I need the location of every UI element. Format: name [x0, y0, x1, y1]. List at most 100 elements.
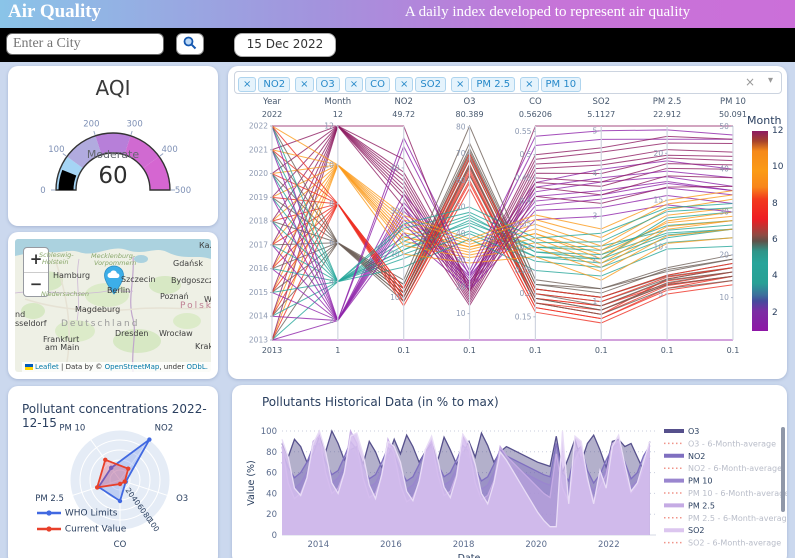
svg-text:40: 40 [719, 165, 729, 174]
hist-legend-item[interactable]: PM 10 [664, 477, 712, 486]
parallel-coordinates-chart[interactable]: Year202220132013201420152016201720182019… [228, 94, 784, 376]
radar-legend-item[interactable]: WHO Limits [36, 508, 118, 519]
select-clear-icon[interactable]: × [745, 75, 755, 89]
legend-line-icon [36, 508, 62, 518]
svg-text:0.4: 0.4 [519, 197, 531, 206]
chip-remove-icon[interactable]: × [451, 77, 469, 92]
svg-text:0.1: 0.1 [727, 346, 740, 355]
chip-remove-icon[interactable]: × [395, 77, 413, 92]
chip-label: PM 2.5 [471, 77, 515, 92]
svg-text:0.25: 0.25 [515, 266, 532, 275]
hist-legend-item[interactable]: PM 2.5 [664, 501, 715, 510]
svg-text:30: 30 [390, 207, 400, 216]
leaflet-map[interactable]: + − КалининSchleswig-HolsteinMecklenburg… [15, 239, 211, 372]
svg-text:12: 12 [333, 110, 343, 119]
svg-text:2018: 2018 [249, 217, 268, 226]
svg-text:300: 300 [127, 119, 143, 129]
historical-area-chart[interactable]: 02040608010020142016201820202022DateValu… [232, 385, 787, 558]
svg-text:2020: 2020 [249, 169, 268, 178]
svg-text:PM 10 - 6-Month-average: PM 10 - 6-Month-average [688, 489, 787, 498]
hist-legend-item[interactable]: SO2 [664, 526, 704, 535]
hist-legend-item[interactable]: O3 - 6-Month-average [664, 439, 776, 448]
svg-text:100: 100 [146, 517, 162, 534]
hist-legend-item[interactable]: NO2 [664, 452, 705, 461]
svg-text:200: 200 [83, 119, 99, 129]
svg-text:80: 80 [266, 448, 277, 458]
svg-text:PM 2.5: PM 2.5 [653, 97, 682, 107]
svg-text:80: 80 [456, 123, 466, 132]
svg-text:0.35: 0.35 [515, 220, 532, 229]
historical-card: Pollutants Historical Data (in % to max)… [232, 385, 787, 558]
svg-text:10: 10 [390, 293, 400, 302]
date-picker[interactable]: 15 Dec 2022 [234, 33, 336, 57]
select-caret-icon[interactable]: ▾ [768, 75, 773, 86]
map-label: Калинин [199, 241, 211, 250]
flag-icon [25, 364, 33, 370]
svg-text:15: 15 [654, 196, 664, 205]
radar-legend-item[interactable]: Current Value [36, 524, 126, 535]
hist-legend-item[interactable]: SO2 - 6-Month-average [664, 539, 781, 548]
map-label: Wrocław [159, 329, 193, 338]
svg-text:60: 60 [456, 176, 466, 185]
svg-text:SO2 - 6-Month-average: SO2 - 6-Month-average [688, 539, 781, 548]
selected-pollutant-chip: ×PM 10 [520, 77, 581, 92]
map-label: nd [15, 310, 25, 319]
svg-text:NO2 - 6-Month-average: NO2 - 6-Month-average [688, 464, 782, 473]
app-header: Air Quality A daily index developed to r… [0, 0, 795, 28]
svg-text:0.55: 0.55 [515, 127, 532, 136]
chip-remove-icon[interactable]: × [345, 77, 363, 92]
radar-legend-label: WHO Limits [65, 509, 118, 519]
svg-text:PM 10: PM 10 [59, 423, 85, 433]
svg-text:2016: 2016 [249, 264, 268, 273]
leaflet-link[interactable]: Leaflet [35, 363, 59, 371]
hist-legend-item[interactable]: O3 [664, 427, 699, 436]
svg-text:Year: Year [262, 97, 282, 107]
svg-text:2: 2 [592, 254, 597, 263]
svg-text:400: 400 [162, 145, 178, 155]
svg-text:SO2: SO2 [688, 526, 704, 535]
aqi-gauge-chart[interactable]: 0100200300400500Moderate60 [8, 98, 218, 218]
svg-text:10: 10 [456, 309, 466, 318]
hist-legend-item[interactable]: PM 2.5 - 6-Month-average [664, 514, 787, 523]
radar-legend-label: Current Value [65, 525, 126, 535]
svg-text:1: 1 [335, 346, 340, 355]
chip-remove-icon[interactable]: × [295, 77, 313, 92]
svg-text:2020: 2020 [525, 540, 547, 550]
legend-scrollbar[interactable] [781, 427, 785, 512]
svg-text:O3 - 6-Month-average: O3 - 6-Month-average [688, 439, 776, 448]
odbl-link[interactable]: ODbL. [187, 363, 208, 371]
svg-text:22.912: 22.912 [653, 110, 681, 119]
parcoords-card: ×NO2×O3×CO×SO2×PM 2.5×PM 10 × ▾ Year2022… [228, 66, 787, 379]
city-search-input[interactable] [6, 33, 164, 55]
svg-text:50: 50 [456, 202, 466, 211]
map-label: Niedersachsen [41, 290, 89, 298]
map-label: Holstein [42, 258, 69, 266]
svg-text:NO2: NO2 [394, 97, 412, 107]
svg-text:5: 5 [658, 290, 663, 299]
osm-link[interactable]: OpenStreetMap [105, 363, 160, 371]
chip-remove-icon[interactable]: × [238, 77, 256, 92]
hist-legend-item[interactable]: PM 10 - 6-Month-average [664, 489, 787, 498]
map-label: Magdeburg [75, 305, 120, 314]
legend-line-icon [36, 524, 62, 534]
svg-text:CO: CO [529, 97, 542, 107]
svg-text:0.56206: 0.56206 [519, 110, 552, 119]
svg-text:3: 3 [592, 212, 597, 221]
pollutant-multiselect[interactable]: ×NO2×O3×CO×SO2×PM 2.5×PM 10 × ▾ [234, 71, 782, 94]
colorbar-tick: 4 [772, 271, 778, 281]
svg-text:O3: O3 [463, 97, 475, 107]
svg-text:0.15: 0.15 [515, 312, 532, 321]
app-title: Air Quality [8, 1, 101, 23]
radar-chart[interactable]: NO2O3COPM 2.5PM 1020406080100 [8, 420, 218, 558]
svg-text:10: 10 [654, 243, 664, 252]
svg-text:2022: 2022 [262, 110, 282, 119]
svg-text:20: 20 [266, 510, 277, 520]
hist-legend-item[interactable]: NO2 - 6-Month-average [664, 464, 782, 473]
svg-text:SO2: SO2 [593, 97, 611, 107]
svg-text:40: 40 [390, 163, 400, 172]
chip-remove-icon[interactable]: × [520, 77, 538, 92]
selected-pollutant-chip: ×CO [345, 77, 390, 92]
search-button[interactable] [176, 33, 204, 55]
attribution-text: | Data by © [59, 363, 105, 371]
svg-text:40: 40 [266, 489, 277, 499]
